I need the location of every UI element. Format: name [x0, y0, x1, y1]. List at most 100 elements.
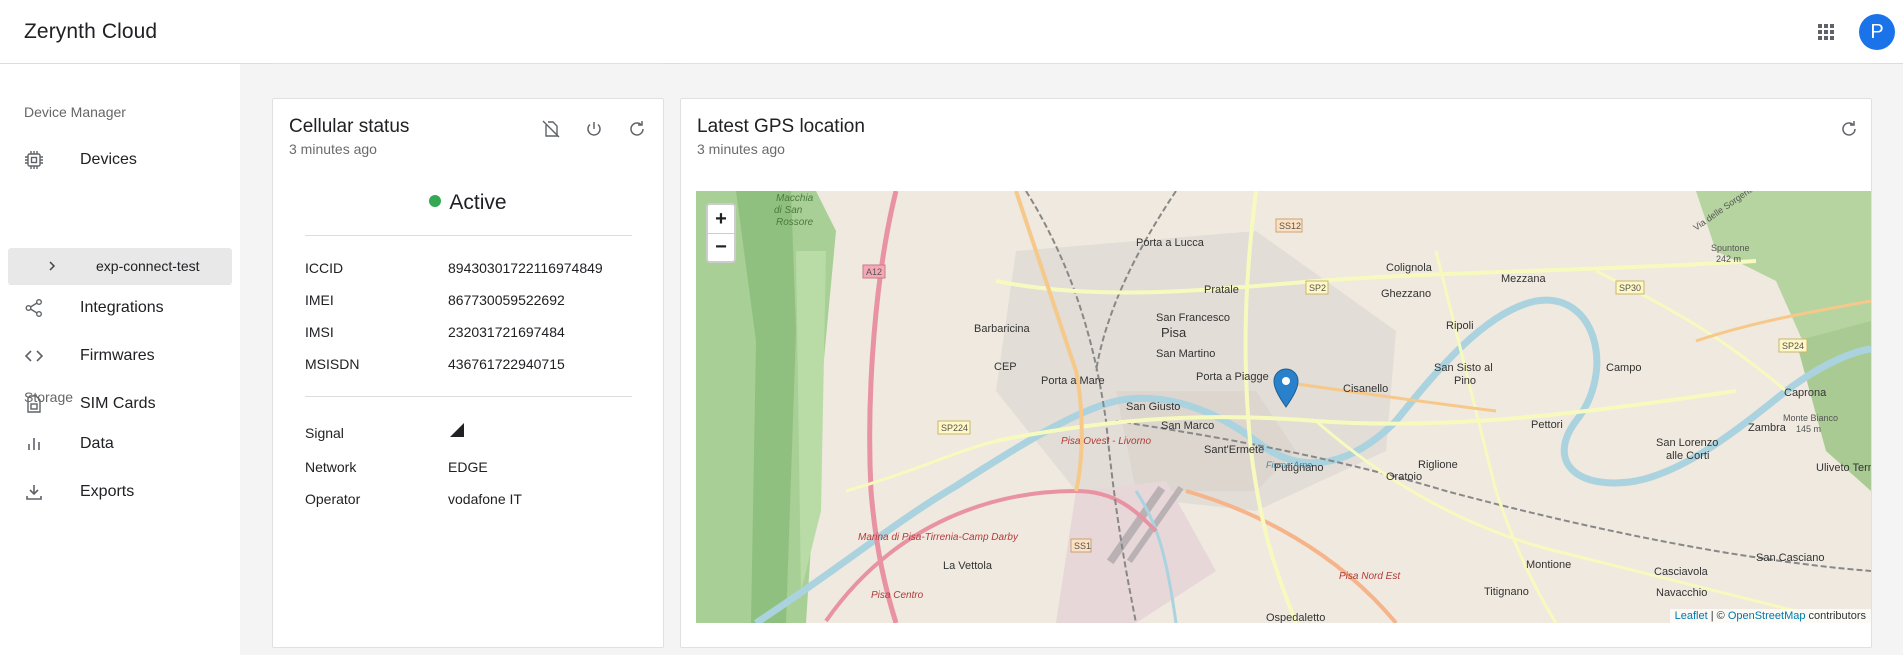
signal-strength-icon [450, 423, 464, 437]
scrolled-card-bottom [1225, 54, 1871, 64]
svg-text:Uliveto Terme: Uliveto Terme [1816, 462, 1871, 474]
sidebar-item-label: Firmwares [80, 347, 155, 364]
zoom-out-button[interactable]: − [708, 233, 734, 261]
last-updated: 3 minutes ago [289, 141, 377, 157]
operator-value: vodafone IT [448, 491, 522, 507]
svg-text:SS1: SS1 [1074, 541, 1091, 551]
svg-text:San Francesco: San Francesco [1156, 312, 1230, 324]
network-value: EDGE [448, 459, 488, 475]
sidebar-item-label: Integrations [80, 299, 164, 316]
svg-text:Montione: Montione [1526, 559, 1571, 571]
svg-text:Barbaricina: Barbaricina [974, 323, 1031, 335]
svg-text:SS12: SS12 [1279, 221, 1301, 231]
sidebar-item-label: Exports [80, 483, 135, 500]
svg-text:Porta a Piagge: Porta a Piagge [1196, 371, 1269, 383]
imei-value: 867730059522692 [448, 292, 565, 308]
zoom-control: + − [706, 203, 736, 263]
svg-text:Porta a Lucca: Porta a Lucca [1136, 237, 1205, 249]
field-label: Network [305, 459, 357, 475]
sidebar-item-devices[interactable]: Devices [0, 140, 240, 180]
card-title: Cellular status [289, 116, 410, 137]
cellular-status-card: Cellular status 3 minutes ago Active ICC… [272, 98, 664, 648]
attribution-separator: | © [1707, 610, 1728, 622]
sidebar-item-integrations[interactable]: Integrations [0, 288, 240, 328]
svg-text:San Casciano: San Casciano [1756, 552, 1825, 564]
openstreetmap-link[interactable]: OpenStreetMap [1728, 610, 1806, 622]
svg-text:Fiume Arno: Fiume Arno [1266, 460, 1312, 470]
map[interactable]: Macchia di San Rossore Porta a Lucca SS1… [696, 191, 1871, 623]
field-label: Signal [305, 425, 344, 441]
scrolled-card-bottom [272, 54, 663, 64]
svg-text:La Vettola: La Vettola [943, 560, 993, 572]
status-text: Active [449, 191, 507, 214]
svg-text:di San: di San [774, 205, 803, 216]
apps-grid-icon[interactable] [1816, 22, 1836, 42]
zoom-in-button[interactable]: + [708, 205, 734, 233]
attribution-suffix: contributors [1805, 610, 1866, 622]
sidebar-item-data[interactable]: Data [0, 424, 240, 464]
field-label: ICCID [305, 260, 344, 276]
svg-text:Caprona: Caprona [1784, 387, 1827, 399]
sim-off-icon[interactable] [541, 119, 561, 139]
svg-text:San Martino: San Martino [1156, 348, 1215, 360]
svg-text:Riglione: Riglione [1418, 459, 1458, 471]
power-icon[interactable] [584, 119, 604, 139]
last-updated: 3 minutes ago [697, 141, 785, 157]
map-attribution: Leaflet | © OpenStreetMap contributors [1669, 609, 1871, 623]
sidebar-item-firmwares[interactable]: Firmwares [0, 336, 240, 376]
field-label: IMEI [305, 292, 334, 308]
svg-text:SP30: SP30 [1619, 283, 1641, 293]
section-label-device-manager: Device Manager [24, 104, 126, 120]
svg-text:Monte Bianco: Monte Bianco [1783, 413, 1838, 423]
svg-text:Pettori: Pettori [1531, 419, 1563, 431]
svg-text:alle Corti: alle Corti [1666, 450, 1709, 462]
svg-text:Casciavola: Casciavola [1654, 566, 1709, 578]
svg-text:Pisa: Pisa [1161, 325, 1187, 340]
svg-text:Rossore: Rossore [776, 217, 814, 228]
download-icon [26, 485, 42, 500]
field-label: IMSI [305, 324, 334, 340]
section-label-storage: Storage [24, 389, 74, 405]
divider [305, 396, 632, 397]
cellular-status: Active [273, 191, 663, 215]
msisdn-value: 436761722940715 [448, 356, 565, 372]
svg-text:Cisanello: Cisanello [1343, 383, 1388, 395]
sidebar-item-label: SIM Cards [80, 395, 156, 412]
leaflet-link[interactable]: Leaflet [1675, 610, 1708, 622]
svg-text:Pisa Nord Est: Pisa Nord Est [1339, 571, 1401, 582]
user-avatar[interactable]: P [1859, 14, 1895, 50]
sidebar-device-exp-connect-test[interactable]: exp-connect-test [8, 248, 232, 285]
field-label: Operator [305, 491, 361, 507]
status-dot [429, 195, 442, 207]
svg-text:Titignano: Titignano [1484, 586, 1529, 598]
chip-icon [25, 151, 43, 169]
svg-text:Oratoio: Oratoio [1386, 471, 1422, 483]
svg-text:Mezzana: Mezzana [1501, 273, 1547, 285]
svg-text:San Lorenzo: San Lorenzo [1656, 437, 1718, 449]
gps-location-card: Latest GPS location 3 minutes ago Macchi… [680, 98, 1872, 648]
svg-text:Pratale: Pratale [1204, 284, 1239, 296]
card-title: Latest GPS location [697, 116, 865, 137]
field-label: MSISDN [305, 356, 360, 372]
svg-text:Navacchio: Navacchio [1656, 587, 1707, 599]
bar-chart-icon [28, 438, 40, 450]
svg-text:San Giusto: San Giusto [1126, 401, 1180, 413]
svg-text:Zambra: Zambra [1748, 422, 1787, 434]
sidebar-item-label: Data [80, 435, 114, 452]
svg-text:Spuntone: Spuntone [1711, 243, 1750, 253]
svg-text:Pisa Ovest - Livorno: Pisa Ovest - Livorno [1061, 436, 1151, 447]
refresh-icon[interactable] [1839, 119, 1859, 139]
svg-text:Ripoli: Ripoli [1446, 320, 1474, 332]
svg-text:SP224: SP224 [941, 423, 968, 433]
svg-text:Macchia: Macchia [776, 193, 814, 204]
refresh-icon[interactable] [627, 119, 647, 139]
svg-text:Ghezzano: Ghezzano [1381, 288, 1431, 300]
svg-text:242 m: 242 m [1716, 254, 1741, 264]
svg-text:San Sisto al: San Sisto al [1434, 362, 1493, 374]
svg-text:SP2: SP2 [1309, 283, 1326, 293]
svg-text:A12: A12 [866, 267, 882, 277]
svg-text:Porta a Mare: Porta a Mare [1041, 375, 1105, 387]
sidebar-item-exports[interactable]: Exports [0, 472, 240, 512]
map-tiles: Macchia di San Rossore Porta a Lucca SS1… [696, 191, 1871, 623]
app-title: Zerynth Cloud [24, 20, 158, 43]
